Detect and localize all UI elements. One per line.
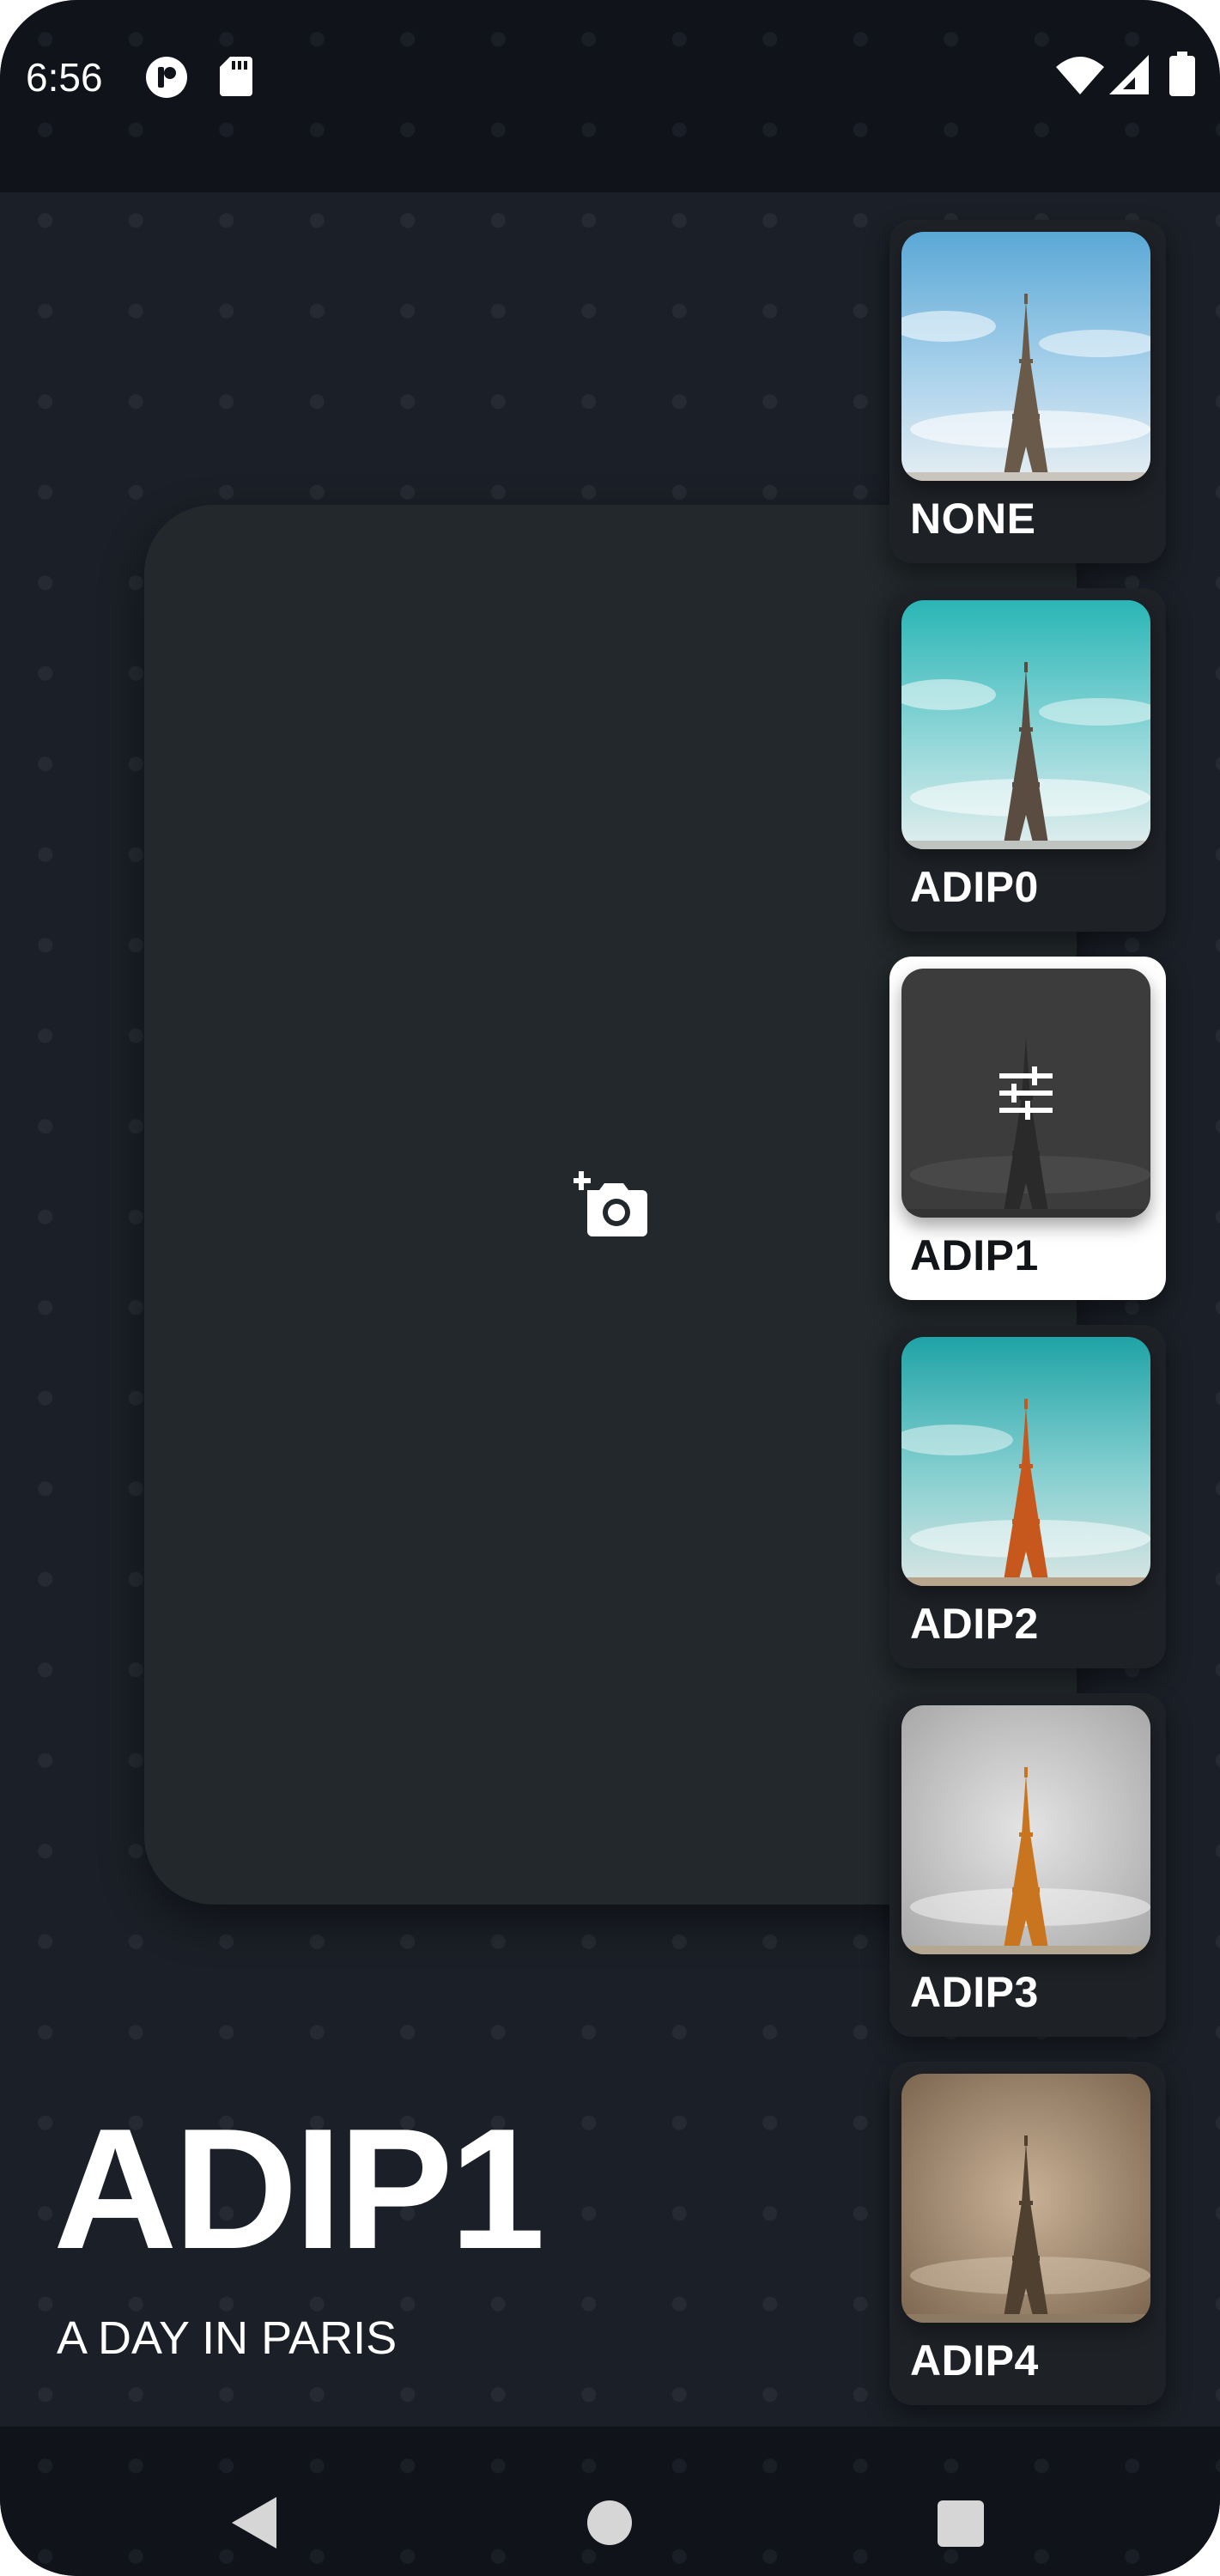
current-filter-name: ADIP1 [53,2093,545,2285]
current-filter-description: A DAY IN PARIS [57,2312,398,2364]
filter-thumbnail [901,232,1150,481]
home-icon[interactable] [587,2500,632,2545]
filter-thumbnail [901,1337,1150,1586]
filter-label: ADIP4 [910,2336,1039,2385]
filter-card-adip4[interactable]: ADIP4 [889,2062,1166,2405]
filter-thumbnail [901,2074,1150,2323]
filter-thumbnail [901,969,1150,1218]
phone-screen: 6:56 NONE ADIP0 ADIP1 ADIP2 ADIP3 ADIP4 … [0,0,1220,2576]
status-bar: 6:56 [0,0,1220,192]
filter-label: ADIP3 [910,1968,1039,2016]
sd-card-icon [220,57,252,96]
filter-label: NONE [910,495,1036,543]
navigation-bar [0,2427,1220,2576]
back-icon[interactable] [232,2497,276,2549]
filter-card-adip1[interactable]: ADIP1 [889,957,1166,1300]
filter-label: ADIP2 [910,1600,1039,1648]
recents-icon[interactable] [938,2500,984,2547]
filter-label: ADIP0 [910,863,1039,911]
tune-icon [999,1066,1053,1120]
filter-card-adip3[interactable]: ADIP3 [889,1693,1166,2037]
cellular-signal-icon [1109,55,1149,94]
status-time: 6:56 [26,55,103,100]
filter-label: ADIP1 [910,1231,1039,1279]
filter-card-adip2[interactable]: ADIP2 [889,1325,1166,1668]
filter-thumbnail [901,1705,1150,1954]
filter-card-none[interactable]: NONE [889,220,1166,563]
app-notification-icon [146,57,187,98]
battery-icon [1169,52,1195,96]
filter-thumbnail [901,600,1150,849]
wifi-icon [1056,57,1104,94]
filter-card-adip0[interactable]: ADIP0 [889,588,1166,932]
add-photo-icon[interactable] [574,1171,647,1236]
